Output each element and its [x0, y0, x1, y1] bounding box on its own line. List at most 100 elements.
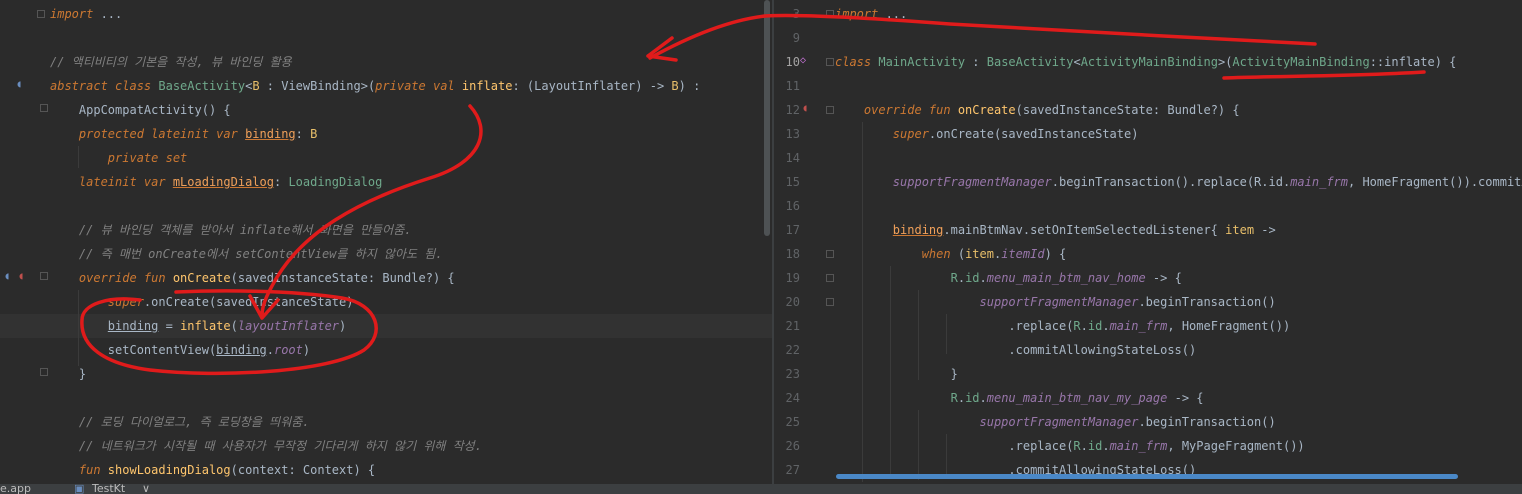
- code-line[interactable]: // 즉 매번 onCreate에서 setContentView를 하지 않아…: [0, 242, 772, 266]
- code-line[interactable]: abstract class BaseActivity<B : ViewBind…: [0, 74, 772, 98]
- code-line[interactable]: protected lateinit var binding: B: [0, 122, 772, 146]
- code-line[interactable]: 20 supportFragmentManager.beginTransacti…: [774, 290, 1522, 314]
- code-token: :: [367, 271, 383, 285]
- implemented-icon[interactable]: ◖: [18, 272, 28, 282]
- fold-oncreate-icon[interactable]: [40, 272, 48, 280]
- line-number: 20: [785, 295, 800, 309]
- code-token: =: [158, 319, 181, 333]
- right-horizontal-scrollbar[interactable]: [836, 474, 1458, 479]
- left-vertical-scrollbar[interactable]: [764, 0, 770, 236]
- code-token: supportFragmentManager: [835, 295, 1139, 309]
- code-text: import ...: [835, 6, 907, 22]
- code-line[interactable]: 22 .commitAllowingStateLoss(): [774, 338, 1522, 362]
- run-config-label[interactable]: e.app: [0, 484, 31, 494]
- code-line[interactable]: 3 import ...: [774, 2, 1522, 26]
- code-line[interactable]: [0, 194, 772, 218]
- override-icon[interactable]: ◖: [4, 272, 14, 282]
- code-line[interactable]: AppCompatActivity() {: [0, 98, 772, 122]
- code-token: (: [230, 271, 238, 285]
- code-line[interactable]: [0, 386, 772, 410]
- code-line[interactable]: 21 .replace(R.id.main_frm, HomeFragment(…: [774, 314, 1522, 338]
- code-token: context: [237, 463, 289, 477]
- code-token: () {: [201, 103, 231, 117]
- code-token: R: [1073, 439, 1081, 453]
- code-token: item: [1225, 223, 1255, 237]
- code-line[interactable]: 19 R.id.menu_main_btm_nav_home -> {: [774, 266, 1522, 290]
- code-token: HomeFragment: [1362, 175, 1450, 189]
- code-line[interactable]: 10 class MainActivity : BaseActivity<Acti…: [774, 50, 1522, 74]
- code-token: ...: [100, 7, 123, 21]
- left-editor-pane[interactable]: import ... // 액티비티의 기본을 작성, 뷰 바인딩 활용 abstr…: [0, 0, 772, 484]
- code-token: B: [671, 79, 679, 93]
- fold-icon[interactable]: [826, 298, 834, 306]
- code-line[interactable]: 24 R.id.menu_main_btm_nav_my_page -> {: [774, 386, 1522, 410]
- tab-testkt[interactable]: TestKt: [92, 484, 125, 494]
- code-token: : (: [512, 79, 535, 93]
- code-token: .: [1080, 439, 1088, 453]
- code-line[interactable]: 12 override fun onCreate(savedInstanceSt…: [774, 98, 1522, 122]
- code-token: .beginTransaction(): [1138, 415, 1276, 429]
- code-line[interactable]: 17 binding.mainBtmNav.setOnItemSelectedL…: [774, 218, 1522, 242]
- code-text: // 네트워크가 시작될 때 사용자가 무작정 기다리게 하지 않기 위해 작성…: [50, 438, 482, 454]
- fold-class-icon[interactable]: [40, 104, 48, 112]
- code-token: // 로딩 다이얼로그, 즉 로딩창을 띄워줌.: [50, 415, 310, 429]
- class-code-icon[interactable]: ◇: [800, 56, 810, 66]
- code-line[interactable]: super.onCreate(savedInstanceState): [0, 290, 772, 314]
- kotlin-file-icon: ▣: [74, 484, 85, 494]
- code-text: AppCompatActivity() {: [50, 102, 231, 118]
- code-token: .onCreate(savedInstanceState): [143, 295, 354, 309]
- code-text: class MainActivity : BaseActivity<Activi…: [835, 54, 1456, 70]
- implemented-by-icon[interactable]: ◖: [16, 80, 26, 90]
- code-line[interactable]: 25 supportFragmentManager.beginTransacti…: [774, 410, 1522, 434]
- code-token: override fun: [835, 103, 958, 117]
- fold-end-icon[interactable]: [40, 368, 48, 376]
- code-token: showLoadingDialog: [107, 463, 231, 477]
- code-line[interactable]: // 로딩 다이얼로그, 즉 로딩창을 띄워줌.: [0, 410, 772, 434]
- code-line[interactable]: override fun onCreate(savedInstanceState…: [0, 266, 772, 290]
- code-line[interactable]: // 액티비티의 기본을 작성, 뷰 바인딩 활용: [0, 50, 772, 74]
- code-text: // 즉 매번 onCreate에서 setContentView를 하지 않아…: [50, 246, 443, 262]
- code-token: mLoadingDialog: [172, 175, 274, 189]
- code-line[interactable]: binding = inflate(layoutInflater): [0, 314, 772, 338]
- fold-icon[interactable]: [826, 106, 834, 114]
- fold-icon[interactable]: [826, 274, 834, 282]
- chevron-down-icon[interactable]: ∨: [142, 484, 150, 494]
- code-token: inflate: [1384, 55, 1435, 69]
- code-line[interactable]: 18 when (item.itemId) {: [774, 242, 1522, 266]
- code-line[interactable]: 14: [774, 146, 1522, 170]
- code-line[interactable]: setContentView(binding.root): [0, 338, 772, 362]
- code-line[interactable]: 13 super.onCreate(savedInstanceState): [774, 122, 1522, 146]
- code-token: // 네트워크가 시작될 때 사용자가 무작정 기다리게 하지 않기 위해 작성…: [50, 439, 482, 453]
- code-line[interactable]: [0, 26, 772, 50]
- code-token: itemId: [1001, 247, 1045, 261]
- code-line[interactable]: 9: [774, 26, 1522, 50]
- code-line[interactable]: lateinit var mLoadingDialog: LoadingDial…: [0, 170, 772, 194]
- code-line[interactable]: // 네트워크가 시작될 때 사용자가 무작정 기다리게 하지 않기 위해 작성…: [0, 434, 772, 458]
- code-line[interactable]: // 뷰 바인딩 객체를 받아서 inflate해서 화면을 만들어줌.: [0, 218, 772, 242]
- line-number: 24: [785, 391, 800, 405]
- fold-import-icon[interactable]: [37, 10, 45, 18]
- code-text: // 액티비티의 기본을 작성, 뷰 바인딩 활용: [50, 54, 292, 70]
- code-text: .replace(R.id.main_frm, MyPageFragment()…: [835, 438, 1304, 454]
- fold-icon[interactable]: [826, 58, 834, 66]
- code-line[interactable]: 23 }: [774, 362, 1522, 386]
- code-line[interactable]: fun showLoadingDialog(context: Context) …: [0, 458, 772, 482]
- code-line[interactable]: 16: [774, 194, 1522, 218]
- code-token: -> {: [1167, 391, 1204, 405]
- code-token: id: [965, 271, 980, 285]
- code-token: .: [1102, 439, 1110, 453]
- code-line[interactable]: 26 .replace(R.id.main_frm, MyPageFragmen…: [774, 434, 1522, 458]
- code-line[interactable]: 15 supportFragmentManager.beginTransacti…: [774, 170, 1522, 194]
- code-line[interactable]: private set: [0, 146, 772, 170]
- code-line[interactable]: 11: [774, 74, 1522, 98]
- fold-icon[interactable]: [826, 10, 834, 18]
- fold-icon[interactable]: [826, 250, 834, 258]
- code-token: :: [259, 79, 282, 93]
- code-token: B: [252, 79, 260, 93]
- override-icon[interactable]: ◖: [802, 104, 812, 114]
- right-editor-pane[interactable]: 3 import ... 9 10 class MainActivity : BaseA…: [774, 0, 1522, 484]
- code-line[interactable]: }: [0, 362, 772, 386]
- code-line[interactable]: import ...: [0, 2, 772, 26]
- code-text: import ...: [50, 6, 122, 22]
